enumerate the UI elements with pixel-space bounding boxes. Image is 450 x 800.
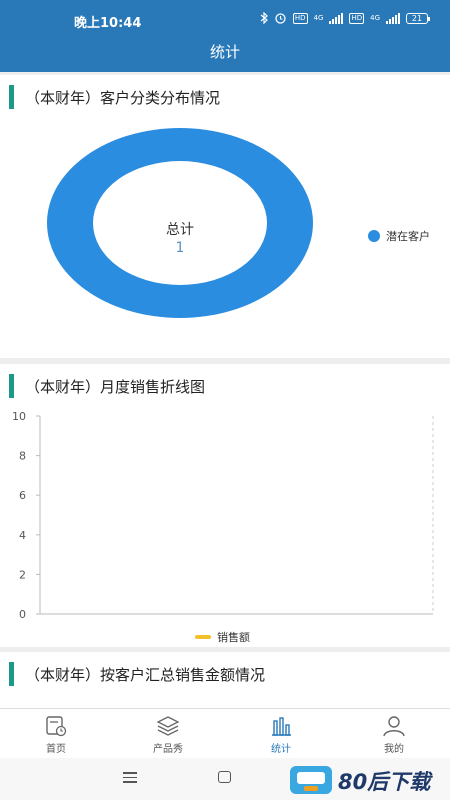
section-title: （本财年）月度销售折线图 <box>25 378 206 396</box>
legend-dot <box>368 230 380 242</box>
section-title: （本财年）客户分类分布情况 <box>25 89 221 107</box>
donut-legend-item[interactable]: 潜在客户 <box>368 228 430 244</box>
network-label-2: 4G <box>370 14 380 22</box>
y-tick-label: 2 <box>19 568 26 581</box>
status-bar: 晚上10:44 HD 4G HD 4G 21 <box>0 0 450 38</box>
section-accent-bar <box>9 85 14 109</box>
y-tick-label: 6 <box>19 489 26 502</box>
signal-icon-1 <box>329 12 344 24</box>
nav-label: 产品秀 <box>153 744 183 755</box>
nav-item-mine[interactable]: 我的 <box>338 709 450 759</box>
section-header: （本财年）月度销售折线图 <box>0 374 450 398</box>
status-time: 晚上10:44 <box>74 16 142 31</box>
hd-badge-1: HD <box>292 12 308 24</box>
nav-label: 首页 <box>46 744 66 755</box>
section-accent-bar <box>9 374 14 398</box>
app-header: 晚上10:44 HD 4G HD 4G 21 统计 <box>0 0 450 72</box>
layers-icon <box>156 716 180 736</box>
watermark-text: 80后下载 <box>338 770 431 794</box>
monthly-sales-card: （本财年）月度销售折线图 0 2 4 6 8 10 销售额 <box>0 364 450 647</box>
donut-chart[interactable]: 总计 1 <box>46 127 314 319</box>
bottom-nav: 首页 产品秀 统计 我的 <box>0 708 450 758</box>
y-tick-label: 10 <box>12 410 26 423</box>
section-accent-bar <box>9 662 14 686</box>
customer-distribution-card: （本财年）客户分类分布情况 总计 1 潜在客户 <box>0 75 450 358</box>
y-tick-label: 4 <box>19 529 26 542</box>
hd-badge-2: HD <box>349 12 365 24</box>
home-clock-icon <box>46 716 67 737</box>
legend-label: 潜在客户 <box>386 230 430 243</box>
network-label-1: 4G <box>313 14 324 22</box>
nav-item-statistics[interactable]: 统计 <box>225 709 337 759</box>
signal-icon-2 <box>386 12 400 24</box>
sales-by-customer-card: （本财年）按客户汇总销售金额情况 <box>0 652 450 708</box>
line-chart[interactable]: 0 2 4 6 8 10 <box>0 404 450 644</box>
watermark-logo-icon <box>290 766 332 794</box>
status-icons: HD 4G HD 4G 21 <box>260 12 430 24</box>
nav-item-home[interactable]: 首页 <box>0 709 112 759</box>
section-title: （本财年）按客户汇总销售金额情况 <box>25 666 266 684</box>
y-tick-label: 0 <box>19 608 26 621</box>
bluetooth-icon <box>260 12 268 24</box>
nav-label: 我的 <box>384 744 404 755</box>
watermark: 80后下载 <box>290 764 446 796</box>
bar-chart-icon <box>272 717 291 736</box>
battery-icon: 21 <box>406 12 430 24</box>
page-title: 统计 <box>209 43 240 61</box>
nav-label: 统计 <box>271 744 291 755</box>
system-nav-bar: 80后下载 <box>0 758 450 800</box>
alarm-icon <box>275 13 286 24</box>
legend-swatch <box>195 635 211 639</box>
donut-center-value: 1 <box>175 240 185 256</box>
nav-item-products[interactable]: 产品秀 <box>112 709 224 759</box>
user-icon <box>383 716 405 737</box>
line-legend-item[interactable]: 销售额 <box>195 629 250 645</box>
y-tick-label: 8 <box>19 450 26 463</box>
home-square-icon[interactable] <box>218 771 231 783</box>
section-header: （本财年）客户分类分布情况 <box>0 85 450 109</box>
section-header: （本财年）按客户汇总销售金额情况 <box>0 662 450 686</box>
menu-icon[interactable] <box>123 772 137 786</box>
legend-label: 销售额 <box>217 631 250 644</box>
donut-center-label: 总计 <box>166 222 194 238</box>
